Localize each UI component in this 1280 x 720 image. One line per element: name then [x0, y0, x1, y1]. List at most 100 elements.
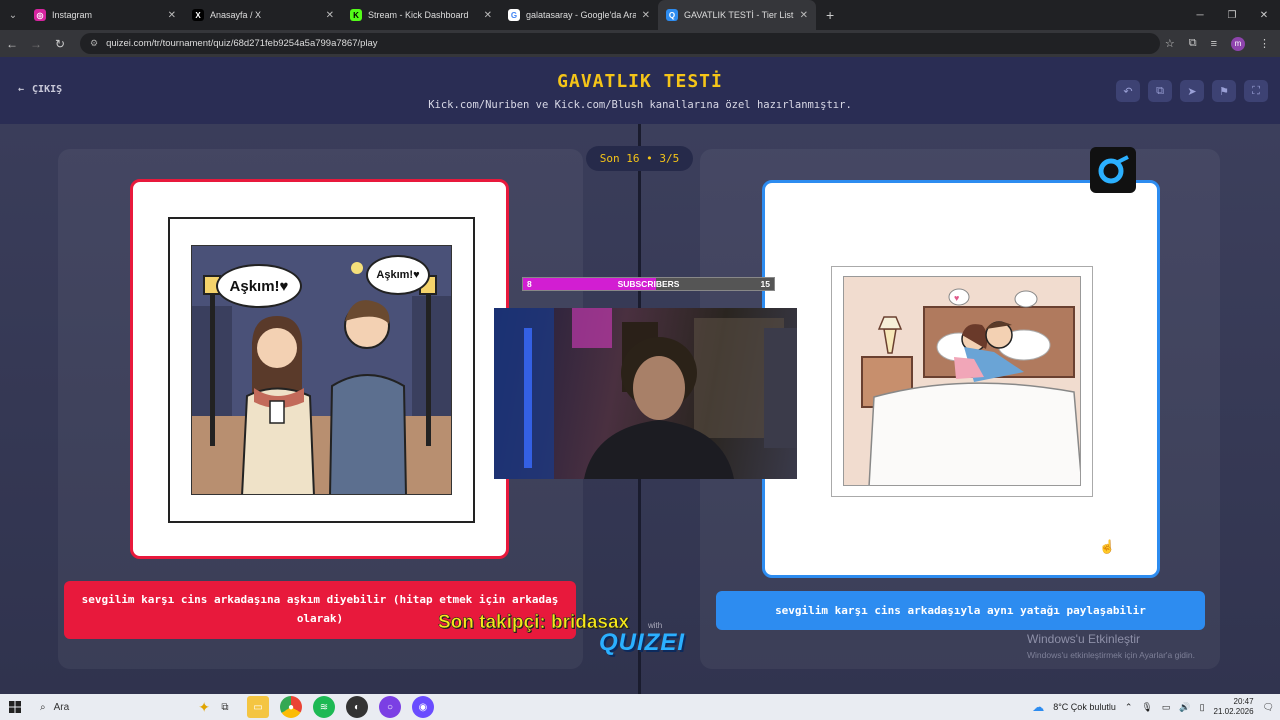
speech-bubble-left: Aşkım!♥ — [216, 264, 302, 308]
quizei-logo-mark — [1098, 155, 1129, 184]
webcam-feed — [494, 308, 797, 479]
microphone-icon[interactable]: 🎙 — [1141, 702, 1152, 713]
copilot-sparkle-icon: ✦ — [198, 698, 210, 715]
right-option-label[interactable]: sevgilim karşı cins arkadaşıyla aynı yat… — [716, 591, 1205, 630]
undo-icon[interactable]: ↶ — [1116, 80, 1140, 102]
tab-google[interactable]: G galatasaray - Google'da Ara ✕ — [500, 0, 658, 30]
site-info-icon[interactable]: ⚙ — [90, 38, 98, 49]
back-icon[interactable]: ← — [0, 30, 24, 57]
media-icon[interactable]: ≡ — [1211, 38, 1217, 50]
close-icon[interactable]: ✕ — [326, 10, 334, 21]
minimize-icon[interactable]: ─ — [1184, 0, 1216, 30]
extensions-icon[interactable]: ⧉ — [1189, 37, 1197, 50]
clock-time: 20:47 — [1233, 697, 1254, 706]
fullscreen-icon[interactable]: ⛶ — [1244, 80, 1268, 102]
tab-title: Instagram — [52, 10, 93, 20]
subscriber-goal-label: SUBSCRIBERS — [617, 279, 680, 289]
quiz-subtitle: Kick.com/Nuriben ve Kick.com/Blush kanal… — [428, 99, 852, 111]
reload-icon[interactable]: ↻ — [48, 30, 72, 57]
left-option-card[interactable]: Aşkım!♥ Aşkım!♥ — [130, 179, 509, 559]
url-text: quizei.com/tr/tournament/quiz/68d271feb9… — [106, 38, 378, 49]
left-option-image: Aşkım!♥ Aşkım!♥ — [168, 217, 475, 523]
close-icon[interactable]: ✕ — [168, 10, 176, 21]
subscriber-current: 8 — [527, 279, 532, 289]
tab-search-icon[interactable]: ⌄ — [0, 0, 26, 30]
spotify-icon[interactable]: ≋ — [313, 696, 335, 718]
chrome-icon[interactable]: ● — [280, 696, 302, 718]
windows-activation-title: Windows'u Etkinleştir — [1027, 632, 1140, 646]
flag-icon[interactable]: ⚑ — [1212, 80, 1236, 102]
toolbar-actions: ☆ ⧉ ≡ m ⋮ — [1165, 30, 1270, 57]
quiz-tools: ↶ ⧉ ➤ ⚑ ⛶ — [1116, 80, 1268, 102]
system-tray: ☁ 8°C Çok bulutlu ⌃ 🎙 ▭ 🔊 ▯ 20:47 21.02.… — [1032, 694, 1274, 720]
quiz-title: GAVATLIK TESTİ — [557, 71, 723, 92]
quiz-header: ← ÇIKIŞ GAVATLIK TESTİ Kick.com/Nuriben … — [0, 57, 1280, 124]
volume-icon[interactable]: 🔊 — [1179, 702, 1190, 713]
round-indicator: Son 16 • 3/5 — [586, 146, 693, 171]
tab-instagram[interactable]: ◎ Instagram ✕ — [26, 0, 184, 30]
windows-activation-subtitle: Windows'u etkinleştirmek için Ayarlar'a … — [1027, 650, 1195, 660]
restore-icon[interactable]: ❐ — [1216, 0, 1248, 30]
forward-icon[interactable]: → — [24, 30, 48, 57]
couple-street-illustration: Aşkım!♥ Aşkım!♥ — [191, 245, 452, 495]
taskbar-apps: ⧉ ▭ ● ≋ ◐ ○ ◉ — [214, 696, 434, 718]
browser-tab-bar: ⌄ ◎ Instagram ✕ X Anasayfa / X ✕ K Strea… — [0, 0, 1280, 30]
file-explorer-icon[interactable]: ▭ — [247, 696, 269, 718]
weather-icon: ☁ — [1032, 700, 1045, 714]
clock[interactable]: 20:47 21.02.2026 — [1214, 697, 1254, 717]
share-icon[interactable]: ➤ — [1180, 80, 1204, 102]
instagram-icon: ◎ — [34, 9, 46, 21]
windows-taskbar: ⌕ Ara ✦ ⧉ ▭ ● ≋ ◐ ○ ◉ ☁ 8°C Çok bulutlu … — [0, 694, 1280, 720]
windows-logo-icon — [9, 701, 21, 713]
hand-cursor-icon: ☝ — [1099, 539, 1116, 554]
couple-bed-illustration: ♥ — [843, 276, 1081, 486]
x-icon: X — [192, 9, 204, 21]
bookmark-star-icon[interactable]: ☆ — [1165, 37, 1175, 50]
close-icon[interactable]: ✕ — [800, 10, 808, 21]
webcam-scene — [494, 308, 797, 479]
window-controls: ─ ❐ ✕ — [1184, 0, 1280, 30]
tab-title: Stream - Kick Dashboard — [368, 10, 469, 20]
tab-quizei[interactable]: Q GAVATLIK TESTİ - Tier List, Kör T ✕ — [658, 0, 816, 30]
notification-icon[interactable]: 🗨 — [1263, 702, 1274, 713]
close-icon[interactable]: ✕ — [484, 10, 492, 21]
obs-icon[interactable]: ◐ — [346, 696, 368, 718]
url-input[interactable]: ⚙ quizei.com/tr/tournament/quiz/68d271fe… — [80, 33, 1160, 54]
quizei-logo-icon — [1090, 147, 1136, 193]
copy-icon[interactable]: ⧉ — [1148, 80, 1172, 102]
tab-x[interactable]: X Anasayfa / X ✕ — [184, 0, 342, 30]
kick-icon: K — [350, 9, 362, 21]
battery-icon[interactable]: ▯ — [1200, 702, 1205, 713]
tab-kick[interactable]: K Stream - Kick Dashboard ✕ — [342, 0, 500, 30]
tab-title: galatasaray - Google'da Ara — [526, 10, 636, 20]
profile-avatar[interactable]: m — [1231, 36, 1245, 51]
menu-icon[interactable]: ⋮ — [1259, 37, 1270, 50]
quizei-icon: Q — [666, 9, 678, 21]
new-tab-icon[interactable]: + — [826, 7, 834, 23]
close-icon[interactable]: ✕ — [642, 10, 650, 21]
search-icon: ⌕ — [40, 701, 46, 713]
network-icon[interactable]: ▭ — [1162, 702, 1171, 713]
tray-chevron-icon[interactable]: ⌃ — [1125, 702, 1133, 713]
quizei-brand-logo: QUIZEI — [599, 629, 686, 656]
quiz-stage: Son 16 • 3/5 Aşkım!♥ Aşkım!♥ ♥ sevgilim … — [0, 124, 1280, 694]
subscriber-goal-bar: SUBSCRIBERS 8 15 — [522, 277, 775, 291]
tab-title: GAVATLIK TESTİ - Tier List, Kör T — [684, 10, 794, 20]
google-icon: G — [508, 9, 520, 21]
clock-date: 21.02.2026 — [1213, 707, 1254, 716]
speech-bubble-right: Aşkım!♥ — [366, 255, 430, 295]
subscriber-target: 15 — [760, 279, 770, 289]
right-option-image: ♥ — [831, 266, 1093, 497]
taskbar-search[interactable]: ⌕ Ara ✦ — [30, 694, 210, 720]
app-purple-icon[interactable]: ○ — [379, 696, 401, 718]
task-view-icon[interactable]: ⧉ — [214, 696, 236, 718]
weather-text[interactable]: 8°C Çok bulutlu — [1053, 702, 1116, 712]
address-bar: ← → ↻ ⚙ quizei.com/tr/tournament/quiz/68… — [0, 30, 1280, 57]
search-placeholder: Ara — [53, 701, 70, 713]
tab-title: Anasayfa / X — [210, 10, 262, 20]
window-close-icon[interactable]: ✕ — [1248, 0, 1280, 30]
windows-start-icon[interactable] — [0, 694, 30, 720]
right-option-card[interactable]: ♥ — [762, 180, 1160, 578]
app-discord-icon[interactable]: ◉ — [412, 696, 434, 718]
couple-bed-art: ♥ — [844, 277, 1080, 485]
